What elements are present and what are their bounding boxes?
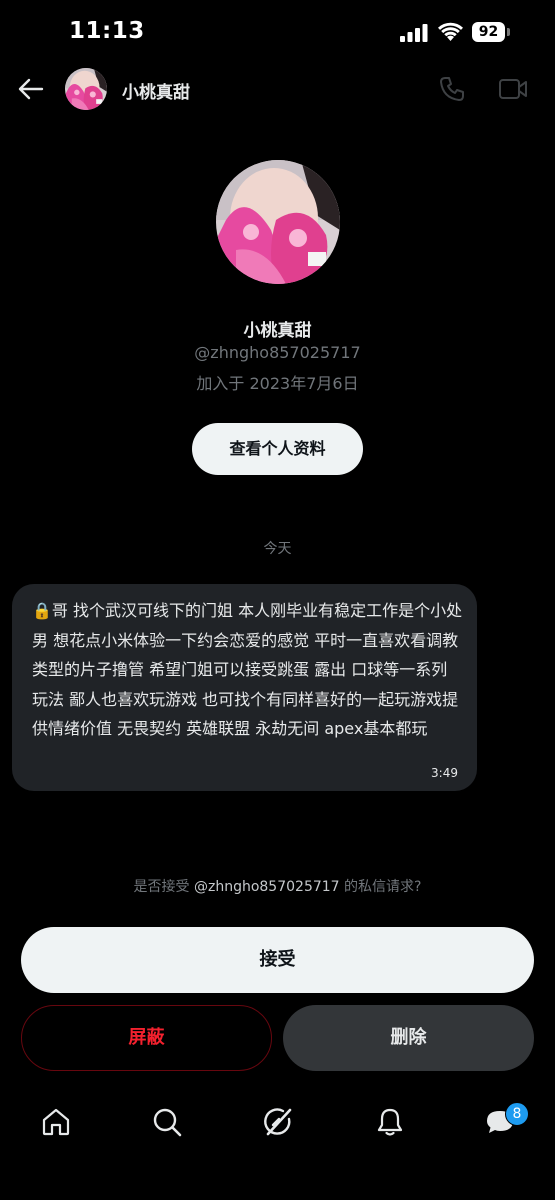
status-time: 11:13 (69, 18, 145, 44)
notifications-icon[interactable] (374, 1106, 406, 1138)
message-text: 🔒哥 找个武汉可线下的门姐 本人刚毕业有稳定工作是个小处男 想花点小米体验一下约… (32, 601, 463, 738)
video-call-icon[interactable] (498, 77, 528, 101)
wifi-icon (438, 22, 463, 41)
profile-joined-date: 加入于 2023年7月6日 (196, 374, 359, 393)
view-profile-button[interactable]: 查看个人资料 (192, 423, 363, 475)
status-bar: 11:13 92 (0, 0, 555, 60)
header-avatar[interactable] (65, 68, 107, 110)
phone-call-icon[interactable] (438, 75, 466, 103)
profile-display-name: 小桃真甜 (243, 321, 312, 341)
avatar-image (65, 68, 107, 110)
accept-button[interactable]: 接受 (21, 927, 534, 993)
search-icon[interactable] (151, 1106, 183, 1138)
back-arrow-icon[interactable] (18, 76, 44, 102)
request-prefix: 是否接受 (133, 879, 194, 895)
grok-icon[interactable] (262, 1106, 294, 1138)
battery-level: 92 (472, 22, 505, 42)
battery-indicator: 92 (472, 22, 510, 42)
message-request-prompt: 是否接受 @zhngho857025717 的私信请求? (0, 876, 555, 896)
bottom-navigation (0, 1096, 555, 1156)
profile-avatar[interactable] (216, 160, 340, 284)
home-icon[interactable] (40, 1106, 72, 1138)
request-handle: @zhngho857025717 (193, 879, 340, 895)
cellular-signal-icon (400, 24, 428, 42)
date-divider: 今天 (263, 541, 292, 557)
conversation-header: 小桃真甜 (0, 62, 555, 118)
battery-tip (507, 28, 510, 36)
message-timestamp: 3:49 (431, 766, 458, 780)
messages-badge: 8 (505, 1102, 529, 1126)
message-bubble[interactable]: 🔒哥 找个武汉可线下的门姐 本人刚毕业有稳定工作是个小处男 想花点小米体验一下约… (12, 584, 477, 791)
profile-handle: @zhngho857025717 (194, 343, 361, 362)
header-display-name[interactable]: 小桃真甜 (122, 78, 190, 103)
block-button[interactable]: 屏蔽 (21, 1005, 272, 1071)
request-suffix: 的私信请求? (339, 879, 422, 895)
delete-button[interactable]: 删除 (283, 1005, 534, 1071)
avatar-image (216, 160, 340, 284)
